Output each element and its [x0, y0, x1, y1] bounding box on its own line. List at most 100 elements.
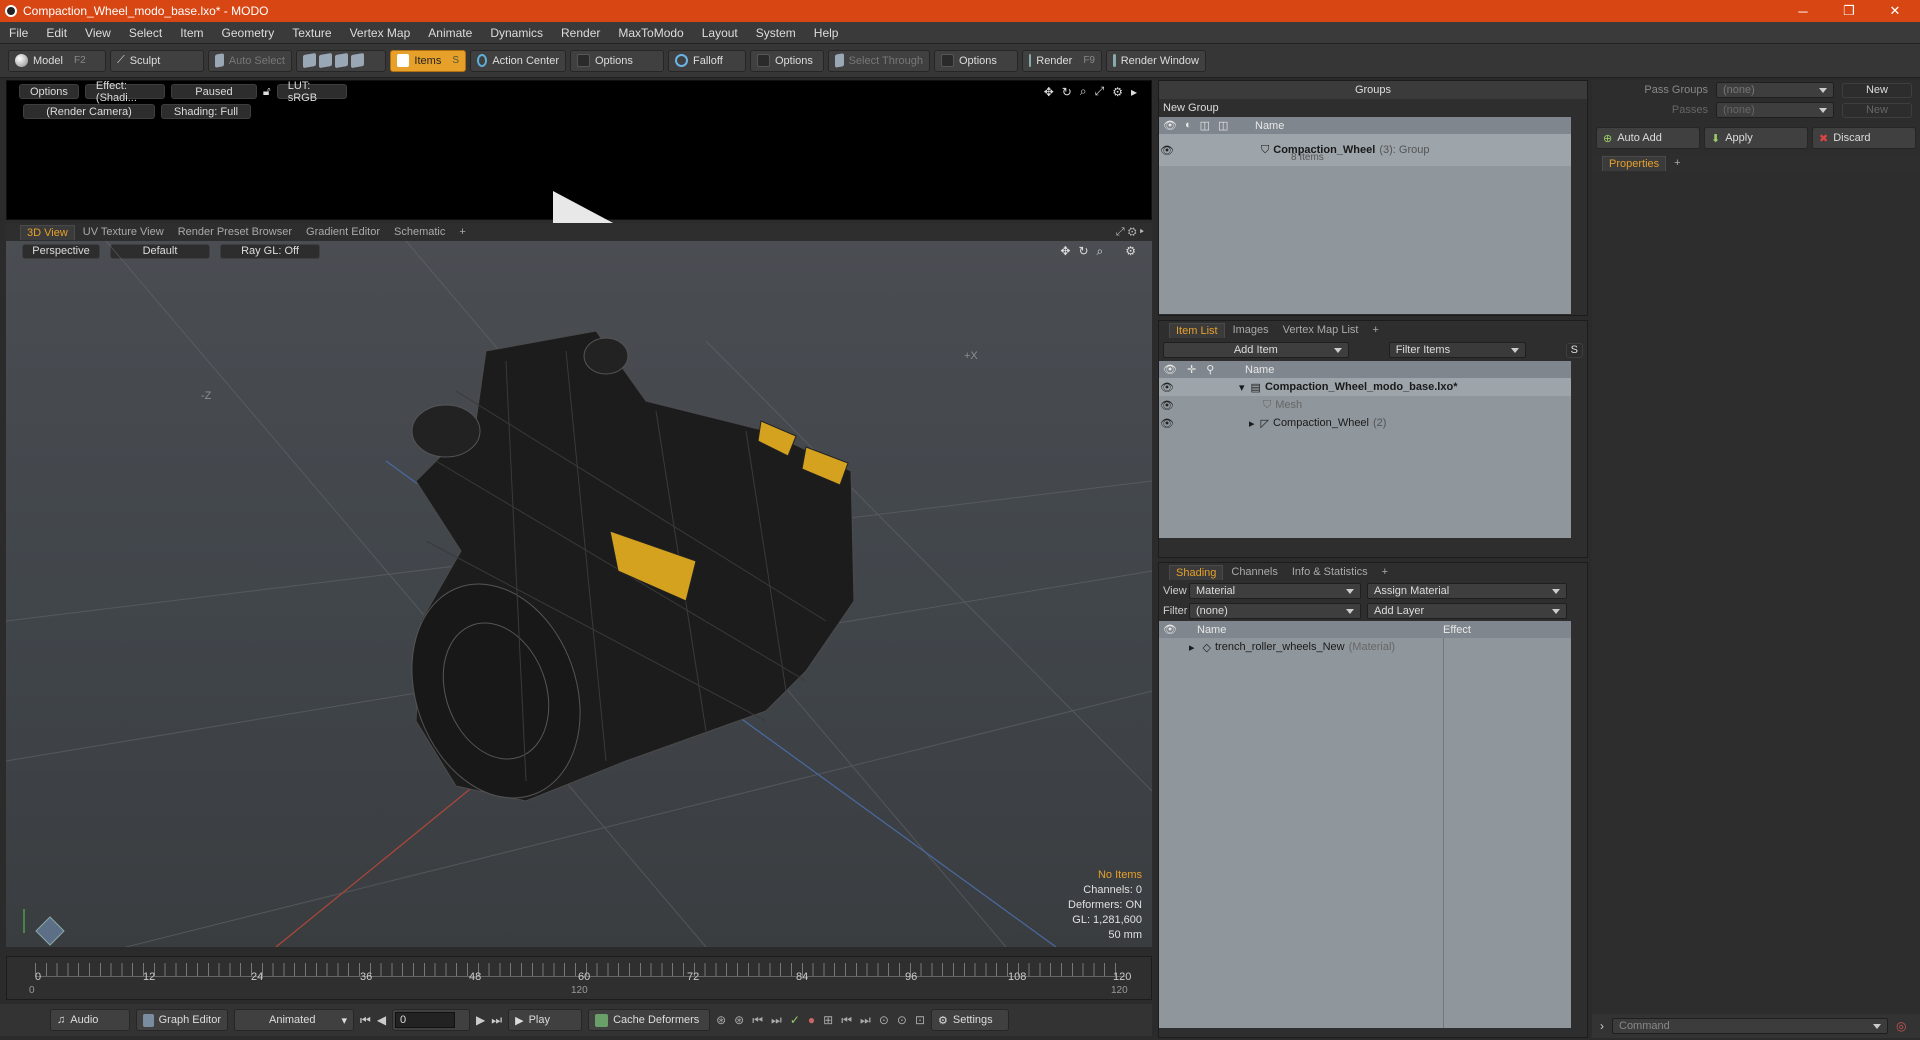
select-through-button[interactable]: Select Through — [828, 49, 930, 72]
set-key-icon[interactable]: ✓ — [790, 1013, 800, 1027]
tab-images[interactable]: Images — [1227, 323, 1275, 337]
new-pass-button[interactable]: New — [1842, 102, 1912, 118]
vertices-mode-icon[interactable] — [303, 52, 316, 69]
command-input[interactable]: Command — [1612, 1018, 1888, 1034]
add-tab-button[interactable]: + — [1668, 156, 1686, 170]
filter-items-input[interactable]: Filter Items — [1388, 342, 1526, 358]
preview-options-button[interactable]: Options — [19, 84, 79, 99]
animated-dropdown[interactable]: Animated ▾ — [234, 1009, 354, 1031]
loop-icon[interactable]: ⊙ — [879, 1013, 889, 1027]
add-tab-button[interactable]: + — [1366, 323, 1384, 337]
menu-maxtomodo[interactable]: MaxToModo — [609, 26, 692, 40]
menu-system[interactable]: System — [747, 26, 805, 40]
menu-layout[interactable]: Layout — [693, 26, 747, 40]
menu-select[interactable]: Select — [120, 26, 171, 40]
tab-3d-view[interactable]: 3D View — [20, 224, 75, 240]
materials-mode-icon[interactable] — [351, 52, 364, 69]
menu-geometry[interactable]: Geometry — [213, 26, 284, 40]
passes-dropdown[interactable]: (none) — [1716, 102, 1834, 118]
select-through-options-button[interactable]: Options — [934, 49, 1018, 72]
sync-icon[interactable]: ⊙ — [897, 1013, 907, 1027]
action-center-options-button[interactable]: Options — [570, 49, 664, 72]
list-item-scene[interactable]: 👁︎ ▾ ▤ Compaction_Wheel_modo_base.lxo* — [1159, 378, 1571, 396]
preview-paused-toggle[interactable]: Paused — [170, 84, 257, 99]
eye-icon[interactable]: 👁︎ — [1159, 417, 1175, 430]
zoom-icon[interactable]: ⌕ — [1080, 84, 1087, 99]
sculpt-mode-button[interactable]: ⟋ Sculpt — [110, 49, 204, 72]
compaction-wheel-mesh[interactable] — [383, 330, 855, 822]
3d-viewport[interactable]: Perspective Default Ray GL: Off ✥↻⌕⚙ — [6, 241, 1152, 947]
command-history-icon[interactable]: ◎ — [1896, 1019, 1906, 1033]
eye-icon[interactable]: 👁︎ — [1159, 381, 1175, 394]
preview-effect-dropdown[interactable]: Effect: (Shadi... — [84, 80, 165, 104]
eye-icon[interactable]: 👁︎ — [1163, 363, 1177, 376]
menu-file[interactable]: File — [0, 26, 37, 40]
audio-button[interactable]: ♫ Audio — [50, 1009, 130, 1031]
key-icon-2[interactable]: ⊛ — [734, 1013, 744, 1027]
key-options-icon[interactable]: ⊞ — [823, 1013, 833, 1027]
key-icon-1[interactable]: ⊛ — [716, 1013, 726, 1027]
next-frame-icon[interactable]: ⏭ — [860, 1013, 871, 1028]
record-icon[interactable]: ● — [808, 1013, 815, 1027]
eye-icon[interactable]: 👁︎ — [1163, 119, 1177, 132]
gear-icon[interactable]: ⚙ — [1128, 226, 1137, 238]
new-pass-group-button[interactable]: New — [1842, 82, 1912, 98]
graph-editor-button[interactable]: Graph Editor — [136, 1009, 228, 1031]
expand-arrow-icon[interactable]: ▸ — [1249, 417, 1255, 430]
menu-texture[interactable]: Texture — [283, 26, 340, 40]
eye-icon[interactable]: 👁︎ — [1159, 399, 1175, 412]
list-item-mesh[interactable]: 👁︎ ⛉ Mesh — [1159, 396, 1571, 414]
tab-uv-texture-view[interactable]: UV Texture View — [77, 225, 170, 239]
expand-arrow-icon[interactable]: ▸ — [1131, 85, 1137, 99]
lock-icon[interactable]: ◫ — [1200, 119, 1210, 132]
apply-button[interactable]: ⬇ Apply — [1704, 127, 1808, 149]
shading-dropdown[interactable]: Shading: Full — [161, 104, 251, 119]
assign-material-button[interactable]: Assign Material — [1367, 583, 1567, 599]
pan-icon[interactable]: ✥ — [1044, 85, 1054, 99]
cache-deformers-button[interactable]: Cache Deformers — [588, 1009, 711, 1031]
tab-gradient-editor[interactable]: Gradient Editor — [300, 225, 386, 239]
render-camera-dropdown[interactable]: (Render Camera) — [23, 104, 155, 119]
skip-end-icon[interactable]: ⏭ — [491, 1013, 502, 1028]
eye-icon[interactable]: 👁︎ — [1159, 144, 1175, 157]
step-back-icon[interactable]: ◀ — [377, 1013, 386, 1027]
more-icon[interactable]: ⊡ — [915, 1013, 925, 1027]
lock-icon[interactable]: ✛ — [1187, 363, 1196, 376]
rotate-icon[interactable]: ↻ — [1062, 85, 1072, 99]
menu-view[interactable]: View — [76, 26, 120, 40]
eye-icon[interactable]: 👁︎ — [1159, 623, 1197, 636]
select-icon[interactable]: ◫ — [1218, 119, 1228, 132]
prev-frame-icon[interactable]: ⏮ — [841, 1013, 852, 1028]
step-forward-icon[interactable]: ▶ — [476, 1013, 485, 1027]
s-button[interactable]: S — [1565, 342, 1583, 358]
tab-properties[interactable]: Properties — [1602, 155, 1667, 171]
settings-button[interactable]: ⚙ Settings — [931, 1009, 1010, 1031]
add-tab-button[interactable]: + — [1376, 565, 1394, 579]
expand-arrow-icon[interactable]: ▸ — [1189, 641, 1195, 654]
group-row[interactable]: 👁︎ ⛉ Compaction_Wheel (3) : Group 8 Item… — [1159, 134, 1571, 166]
discard-button[interactable]: ✖ Discard — [1812, 127, 1916, 149]
maximize-panel-icon[interactable]: ⤢ — [1116, 226, 1125, 238]
tab-channels[interactable]: Channels — [1225, 565, 1283, 579]
render-icon[interactable]: ⚲ — [1206, 363, 1214, 376]
action-center-button[interactable]: Action Center — [470, 49, 566, 72]
add-tab-button[interactable]: + — [453, 225, 471, 239]
tab-vertex-map-list[interactable]: Vertex Map List — [1277, 323, 1365, 337]
tab-item-list[interactable]: Item List — [1169, 322, 1225, 338]
tab-info-statistics[interactable]: Info & Statistics — [1286, 565, 1374, 579]
lut-dropdown[interactable]: LUT: sRGB — [276, 80, 347, 104]
tab-render-preset-browser[interactable]: Render Preset Browser — [172, 225, 298, 239]
model-mode-button[interactable]: Model F2 — [8, 49, 106, 72]
close-button[interactable]: ✕ — [1872, 0, 1918, 22]
new-group-button[interactable]: New Group — [1159, 99, 1587, 117]
material-row[interactable]: ▸ ◇ trench_roller_wheels_New (Material) — [1159, 638, 1571, 656]
tab-schematic[interactable]: Schematic — [388, 225, 451, 239]
auto-add-button[interactable]: ⊕ Auto Add — [1596, 127, 1700, 149]
command-expand-icon[interactable]: › — [1600, 1019, 1604, 1033]
fit-icon[interactable]: ⤢ — [1095, 84, 1105, 99]
render-window-button[interactable]: Render Window — [1106, 49, 1206, 72]
polygons-mode-icon[interactable] — [335, 52, 348, 69]
render-button[interactable]: Render F9 — [1022, 49, 1102, 72]
render-icon[interactable]: ◐ — [1185, 119, 1192, 132]
timeline[interactable]: 0 12 24 36 48 60 72 84 96 108 120 0 120 … — [6, 956, 1152, 1000]
